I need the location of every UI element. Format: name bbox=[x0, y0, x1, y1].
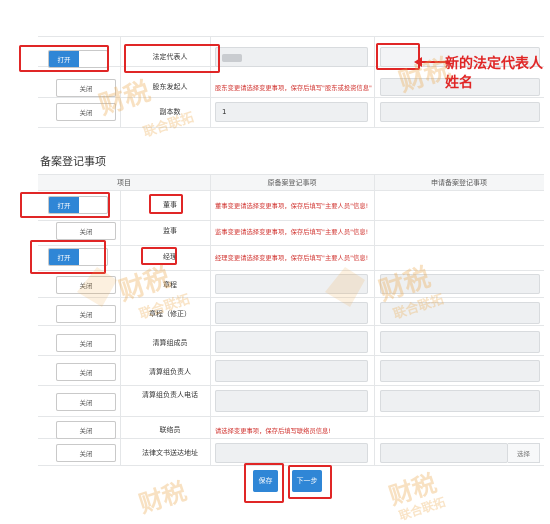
toggle-off-label: 关闭 bbox=[79, 450, 93, 458]
liquidation-member-toggle[interactable]: 关闭 bbox=[56, 334, 116, 352]
toggle-off-label: 关闭 bbox=[79, 228, 93, 236]
liquidation-member-new-field bbox=[380, 331, 540, 353]
toggle-off-label: 关闭 bbox=[79, 427, 93, 435]
legal-address-original-field bbox=[215, 443, 368, 463]
manager-warning: 经理变更请选择变更事项，保存后填写"主要人员"信息! bbox=[215, 255, 369, 262]
supervisor-warning: 监事变更请选择变更事项，保存后填写"主要人员"信息! bbox=[215, 229, 369, 236]
liaison-warning: 请选择变更事项，保存后填写联络员信息! bbox=[215, 428, 331, 435]
annotation-box-save bbox=[244, 463, 284, 503]
liquidation-head-label: 清算组负责人 bbox=[149, 368, 191, 376]
liquidation-head-original-field bbox=[215, 360, 368, 382]
annotation-box-open bbox=[19, 45, 109, 72]
supervisor-label: 监事 bbox=[163, 227, 177, 235]
copies-new-field bbox=[380, 102, 540, 122]
liquidation-phone-new-field bbox=[380, 390, 540, 412]
liquidation-phone-label: 清算组负责人电话 bbox=[142, 391, 198, 399]
header-original: 原备案登记事项 bbox=[267, 179, 317, 187]
legal-rep-original-field bbox=[215, 47, 368, 67]
watermark-logo-icon bbox=[320, 262, 370, 312]
section-title: 备案登记事项 bbox=[40, 155, 106, 168]
toggle-off-label: 关闭 bbox=[79, 369, 93, 377]
annotation-box-director-toggle bbox=[20, 192, 110, 218]
header-item: 项目 bbox=[117, 179, 131, 187]
toggle-off-label: 关闭 bbox=[79, 340, 93, 348]
toggle-off-label: 关闭 bbox=[79, 399, 93, 407]
copies-input[interactable]: 1 bbox=[215, 102, 368, 122]
director-warning: 董事变更请选择变更事项，保存后填写"主要人员"信息! bbox=[215, 203, 369, 210]
liquidation-member-original-field bbox=[215, 331, 368, 353]
liquidation-head-new-field bbox=[380, 360, 540, 382]
liquidation-phone-original-field bbox=[215, 390, 368, 412]
header-requested: 申请备案登记事项 bbox=[431, 179, 487, 187]
liaison-toggle[interactable]: 关闭 bbox=[56, 421, 116, 439]
liquidation-member-label: 清算组成员 bbox=[152, 339, 188, 347]
annotation-box-director-label bbox=[149, 194, 183, 214]
watermark-text: 财税 bbox=[135, 477, 190, 519]
annotation-text: 新的法定代表人姓名 bbox=[445, 56, 543, 91]
liquidation-head-toggle[interactable]: 关闭 bbox=[56, 363, 116, 381]
legal-address-new-field[interactable] bbox=[380, 443, 508, 463]
liquidation-phone-toggle[interactable]: 关闭 bbox=[56, 393, 116, 411]
shareholder-warning: 股东变更请选择变更事项，保存后填写"股东或投资信息" bbox=[215, 85, 372, 92]
liaison-label: 联络员 bbox=[159, 426, 181, 434]
copies-value: 1 bbox=[222, 108, 227, 116]
blurred-value bbox=[222, 54, 242, 62]
annotation-box-next bbox=[288, 465, 332, 499]
watermark-logo-icon bbox=[72, 262, 122, 312]
legal-address-label: 法律文书送达地址 bbox=[142, 449, 198, 457]
legal-address-toggle[interactable]: 关闭 bbox=[56, 444, 116, 462]
annotation-box-legal-rep bbox=[124, 44, 220, 73]
supervisor-toggle[interactable]: 关闭 bbox=[56, 222, 116, 240]
legal-address-select-button[interactable]: 选择 bbox=[508, 443, 540, 463]
